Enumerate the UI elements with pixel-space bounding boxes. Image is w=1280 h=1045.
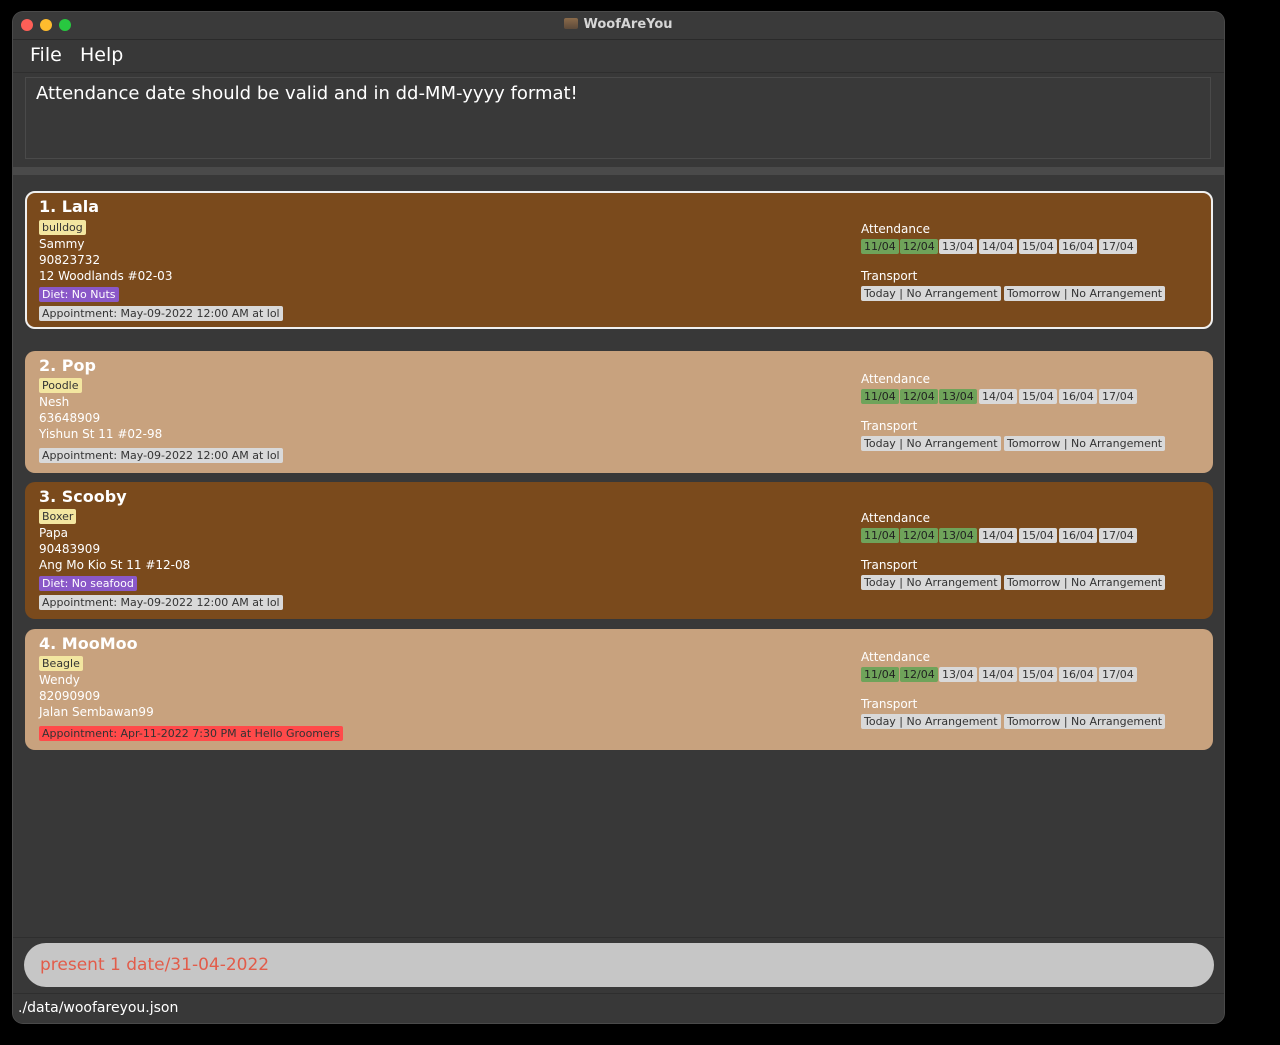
transport-heading: Transport [861,419,918,433]
breed-tag: Poodle [39,378,82,393]
pet-name: 1. Lala [39,197,100,216]
transport-tomorrow-chip: Tomorrow | No Arrangement [1004,286,1166,301]
attendance-chip: 17/04 [1099,239,1137,254]
appointment-tag: Appointment: May-09-2022 12:00 AM at lol [39,595,283,610]
pet-card[interactable]: 2. Pop Poodle Nesh 63648909 Yishun St 11… [25,351,1213,473]
window-title: WoofAreYou [583,17,673,32]
transport-tomorrow-chip: Tomorrow | No Arrangement [1004,714,1166,729]
attendance-chip-present: 12/04 [900,389,938,404]
attendance-heading: Attendance [861,650,930,664]
attendance-heading: Attendance [861,372,930,386]
divider [13,167,1224,175]
pet-name: 4. MooMoo [39,634,138,653]
address: Yishun St 11 #02-98 [39,427,163,441]
attendance-chip-present: 13/04 [939,389,977,404]
owner-name: Wendy [39,673,80,687]
attendance-chip: 14/04 [979,667,1017,682]
owner-name: Papa [39,526,69,540]
transport-today-chip: Today | No Arrangement [861,286,1001,301]
pet-name: 3. Scooby [39,487,127,506]
app-window: WoofAreYou File Help Attendance date sho… [13,12,1224,1023]
attendance-chip-present: 12/04 [900,667,938,682]
breed-tag: bulldog [39,220,86,235]
menu-file[interactable]: File [30,44,62,66]
attendance-chip: 15/04 [1019,528,1057,543]
attendance-chip-present: 12/04 [900,239,938,254]
transport-today-chip: Today | No Arrangement [861,575,1001,590]
menu-help[interactable]: Help [80,44,123,66]
attendance-chip: 14/04 [979,239,1017,254]
menu-bar: File Help [13,40,1224,73]
attendance-chip-present: 13/04 [939,528,977,543]
pet-card[interactable]: 1. Lala bulldog Sammy 90823732 12 Woodla… [25,191,1213,329]
pet-card[interactable]: 4. MooMoo Beagle Wendy 82090909 Jalan Se… [25,629,1213,750]
attendance-heading: Attendance [861,222,930,236]
attendance-chip: 16/04 [1059,389,1097,404]
attendance-chip: 15/04 [1019,239,1057,254]
breed-tag: Beagle [39,656,83,671]
overdue-appointment-tag: Appointment: Apr-11-2022 7:30 PM at Hell… [39,726,344,741]
transport-tomorrow-chip: Tomorrow | No Arrangement [1004,436,1166,451]
attendance-chip: 13/04 [939,667,977,682]
phone-number: 63648909 [39,411,101,425]
transport-heading: Transport [861,697,918,711]
result-display: Attendance date should be valid and in d… [25,77,1211,159]
attendance-chip: 17/04 [1099,528,1137,543]
attendance-chip-present: 11/04 [861,528,899,543]
pet-list: 1. Lala bulldog Sammy 90823732 12 Woodla… [13,175,1224,937]
status-bar: ./data/woofareyou.json [13,993,1224,1023]
transport-today-chip: Today | No Arrangement [861,714,1001,729]
title-bar: WoofAreYou [13,12,1224,40]
owner-name: Sammy [39,237,85,251]
address: 12 Woodlands #02-03 [39,269,173,283]
command-input[interactable] [24,943,1214,987]
attendance-chip: 13/04 [939,239,977,254]
attendance-chip: 16/04 [1059,528,1097,543]
attendance-chip-present: 11/04 [861,667,899,682]
attendance-chip: 15/04 [1019,667,1057,682]
attendance-chip: 17/04 [1099,389,1137,404]
phone-number: 90483909 [39,542,101,556]
save-file-path: ./data/woofareyou.json [18,1000,179,1016]
pet-card[interactable]: 3. Scooby Boxer Papa 90483909 Ang Mo Kio… [25,482,1213,619]
attendance-chip-present: 11/04 [861,239,899,254]
appointment-tag: Appointment: May-09-2022 12:00 AM at lol [39,306,283,321]
attendance-chip: 16/04 [1059,239,1097,254]
owner-name: Nesh [39,395,70,409]
attendance-chip: 17/04 [1099,667,1137,682]
phone-number: 82090909 [39,689,101,703]
app-icon [564,18,579,29]
transport-heading: Transport [861,558,918,572]
attendance-chip: 16/04 [1059,667,1097,682]
attendance-heading: Attendance [861,511,930,525]
transport-today-chip: Today | No Arrangement [861,436,1001,451]
attendance-chip: 14/04 [979,389,1017,404]
result-message: Attendance date should be valid and in d… [36,83,578,104]
diet-tag: Diet: No seafood [39,576,137,591]
diet-tag: Diet: No Nuts [39,287,119,302]
transport-tomorrow-chip: Tomorrow | No Arrangement [1004,575,1166,590]
appointment-tag: Appointment: May-09-2022 12:00 AM at lol [39,448,283,463]
attendance-chip-present: 11/04 [861,389,899,404]
breed-tag: Boxer [39,509,77,524]
phone-number: 90823732 [39,253,101,267]
window-title-area: WoofAreYou [13,17,1224,32]
pet-name: 2. Pop [39,356,96,375]
address: Ang Mo Kio St 11 #12-08 [39,558,191,572]
address: Jalan Sembawan99 [39,705,154,719]
attendance-chip-present: 12/04 [900,528,938,543]
attendance-chip: 14/04 [979,528,1017,543]
transport-heading: Transport [861,269,918,283]
attendance-chip: 15/04 [1019,389,1057,404]
